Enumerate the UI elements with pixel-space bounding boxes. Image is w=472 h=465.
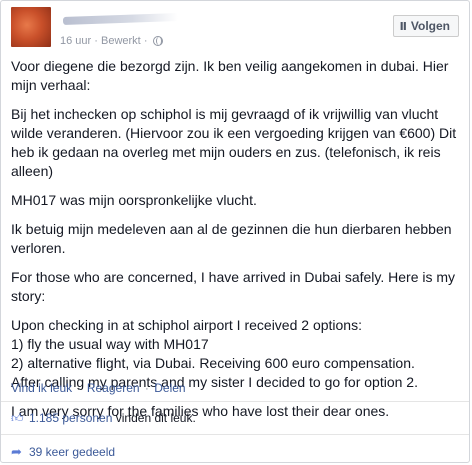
shares-count-link[interactable]: 39 keer gedeeld bbox=[29, 445, 115, 459]
post-paragraph: For those who are concerned, I have arri… bbox=[11, 269, 456, 304]
post-paragraph: Bij het inchecken op schiphol is mij gev… bbox=[11, 106, 457, 179]
avatar[interactable] bbox=[11, 7, 51, 47]
post-paragraph: MH017 was mijn oorspronkelijke vlucht. bbox=[11, 192, 257, 208]
globe-icon[interactable] bbox=[152, 36, 163, 47]
post-paragraph: Voor diegene die bezorgd zijn. Ik ben ve… bbox=[11, 58, 449, 93]
post-paragraph: Ik betuig mijn medeleven aan al de gezin… bbox=[11, 221, 452, 256]
likes-count-link[interactable]: 1.185 personen bbox=[29, 411, 112, 425]
story-line: 2) alternative flight, via Dubai. Receiv… bbox=[11, 355, 415, 371]
post-actions: Vind ik leuk · Reageren · Delen bbox=[11, 381, 186, 395]
post-time[interactable]: 16 uur bbox=[60, 35, 91, 47]
story-line: Upon checking in at schiphol airport I r… bbox=[11, 317, 362, 333]
share-link[interactable]: Delen bbox=[154, 381, 185, 395]
action-separator: · bbox=[144, 381, 149, 395]
shares-summary: ➦ 39 keer gedeeld bbox=[11, 444, 115, 460]
share-arrow-icon: ➦ bbox=[11, 444, 22, 459]
like-link[interactable]: Vind ik leuk bbox=[11, 381, 72, 395]
facebook-post: 16 uur · Bewerkt · Ⅱ Volgen Voor diegene… bbox=[0, 0, 470, 463]
divider bbox=[1, 401, 469, 402]
follow-label: Volgen bbox=[410, 19, 450, 33]
edited-label[interactable]: Bewerkt bbox=[101, 35, 141, 47]
meta-separator: · bbox=[94, 35, 98, 48]
follow-button[interactable]: Ⅱ Volgen bbox=[392, 15, 459, 37]
likes-suffix: vinden dit leuk. bbox=[115, 411, 196, 425]
rss-icon: Ⅱ bbox=[399, 20, 407, 33]
author-name-redacted bbox=[62, 12, 179, 26]
comment-link[interactable]: Reageren bbox=[87, 381, 140, 395]
divider bbox=[1, 434, 469, 435]
likes-summary: 👍︎ 1.185 personen vinden dit leuk. bbox=[11, 411, 196, 425]
action-separator: · bbox=[77, 381, 82, 395]
post-meta: 16 uur · Bewerkt · bbox=[60, 35, 163, 47]
post-header: 16 uur · Bewerkt · Ⅱ Volgen bbox=[11, 7, 459, 53]
story-line: 1) fly the usual way with MH017 bbox=[11, 336, 209, 352]
meta-separator: · bbox=[143, 35, 148, 48]
thumbs-up-icon: 👍︎ bbox=[11, 411, 24, 425]
post-body: Voor diegene die bezorgd zijn. Ik ben ve… bbox=[11, 57, 461, 431]
